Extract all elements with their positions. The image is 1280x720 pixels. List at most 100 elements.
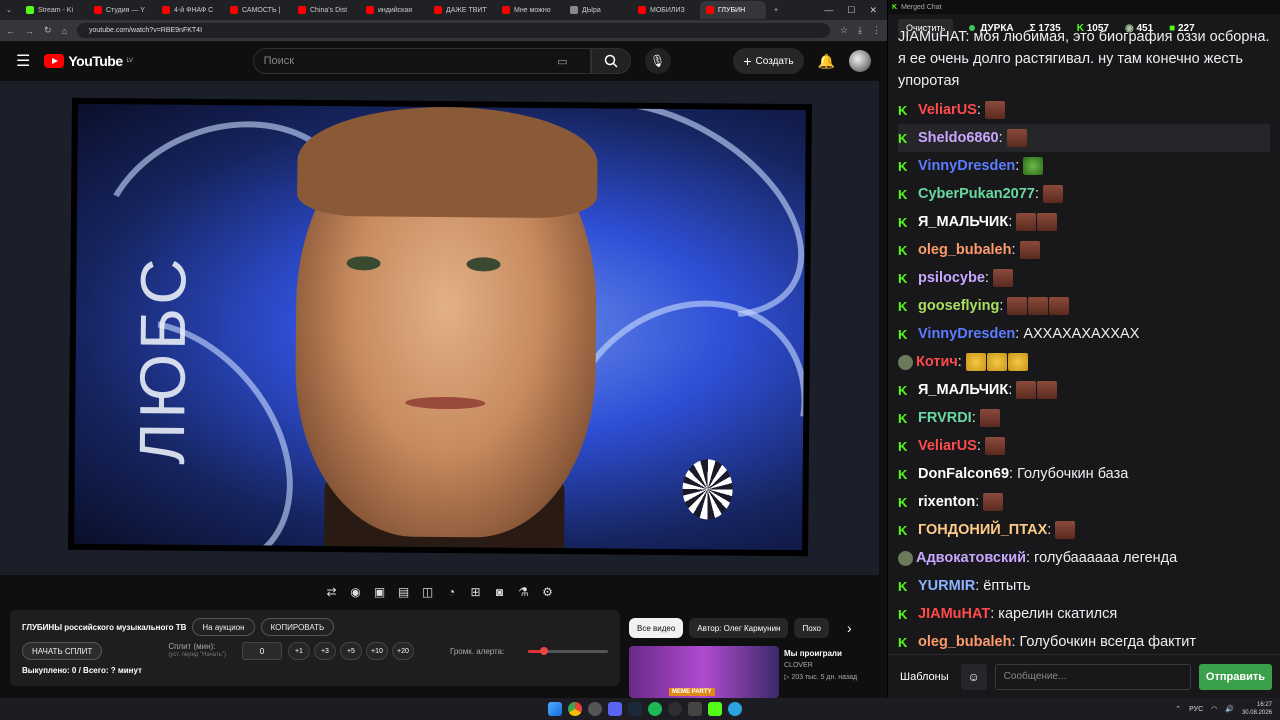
menu-icon[interactable]: ⋮ [872, 25, 881, 36]
chat-username[interactable]: Адвокатовский [916, 544, 1026, 572]
chat-username[interactable]: YURMIR [918, 572, 975, 600]
channel-name[interactable]: CLOVER [784, 660, 874, 672]
browser-tab[interactable]: ДАЖЕ ТВИТ [428, 1, 494, 19]
extension-icon[interactable]: ☆ [840, 25, 848, 36]
chat-username[interactable]: rixenton [918, 488, 975, 516]
browser-tab[interactable]: индийская [360, 1, 426, 19]
obs-icon[interactable] [668, 702, 682, 716]
chat-username[interactable]: Я_МАЛЬЧИК [918, 376, 1008, 404]
chat-username[interactable]: Я_МАЛЬЧИК [918, 208, 1008, 236]
video-thumbnail[interactable]: MEME PARTY [629, 646, 779, 698]
chat-username[interactable]: VinnyDresden [918, 152, 1015, 180]
chat-username[interactable]: JIAMuHAT [918, 600, 990, 628]
increment-button[interactable]: +20 [391, 642, 414, 660]
browser-tab[interactable]: ДЫра [564, 1, 630, 19]
new-tab-button[interactable]: + [768, 1, 784, 19]
wifi-icon[interactable]: ◠ [1211, 705, 1217, 713]
minimize-icon[interactable]: — [824, 5, 833, 16]
chat-username[interactable]: oleg_bubaleh [918, 628, 1011, 654]
volume-icon[interactable]: 🔊 [1225, 705, 1234, 713]
telegram-icon[interactable] [728, 702, 742, 716]
kick-app-icon[interactable] [708, 702, 722, 716]
maximize-icon[interactable]: ☐ [847, 5, 855, 16]
reload-icon[interactable]: ↻ [44, 25, 52, 36]
chevron-right-icon[interactable]: › [847, 620, 852, 636]
youtube-logo[interactable]: YouTube LV [44, 53, 133, 69]
search-input[interactable]: Поиск ▭ [252, 48, 591, 74]
camera-icon[interactable]: ◙ [491, 583, 509, 601]
spotify-icon[interactable] [648, 702, 662, 716]
chat-username[interactable]: VinnyDresden [918, 320, 1015, 348]
chat-username[interactable]: CyberPukan2077 [918, 180, 1035, 208]
bell-icon[interactable]: 🔔 [818, 53, 835, 70]
loop-icon[interactable]: ⇄ [323, 583, 341, 601]
copy-button[interactable]: КОПИРОВАТЬ [260, 618, 335, 636]
chat-username[interactable]: oleg_bubaleh [918, 236, 1011, 264]
chat-username[interactable]: DonFalcon69 [918, 460, 1009, 488]
browser-tab[interactable]: МОБИЛИЗ [632, 1, 698, 19]
discord-icon[interactable] [608, 702, 622, 716]
filter-chip[interactable]: Автор: Олег Кармунин [689, 618, 789, 638]
clock[interactable]: 16:27 30.08.2026 [1242, 701, 1272, 717]
clip-icon[interactable]: ▤ [395, 583, 413, 601]
screenshot-icon[interactable]: ▣ [371, 583, 389, 601]
tab-menu[interactable]: ⌄ [4, 1, 18, 19]
chat-username[interactable]: Sheldo6860 [918, 124, 999, 152]
chrome-icon[interactable] [568, 702, 582, 716]
speed-icon[interactable]: ◔ [443, 583, 461, 601]
start-split-button[interactable]: НАЧАТЬ СПЛИТ [22, 642, 103, 660]
chat-username[interactable]: Котич [916, 348, 958, 376]
chat-username[interactable]: VeliarUS [918, 96, 977, 124]
hamburger-icon[interactable]: ☰ [16, 51, 30, 71]
download-icon[interactable]: ⤓ [858, 25, 862, 36]
steam-icon[interactable] [628, 702, 642, 716]
browser-tab[interactable]: Студия — Y [88, 1, 154, 19]
message-input[interactable]: Сообщение... [994, 663, 1191, 690]
chevron-up-icon[interactable]: ⌃ [1175, 705, 1181, 713]
alert-volume-slider[interactable] [528, 647, 608, 655]
chat-username[interactable]: gooseflying [918, 292, 999, 320]
home-icon[interactable]: ⌂ [62, 26, 67, 36]
chat-username[interactable]: ГОНДОНИЙ_ПТАХ [918, 516, 1047, 544]
chat-username[interactable]: FRVRDI [918, 404, 972, 432]
browser-tab[interactable]: China's Dist [292, 1, 358, 19]
filter-chip[interactable]: Все видео [629, 618, 684, 638]
add-box-icon[interactable]: ⊞ [467, 583, 485, 601]
browser-tab[interactable]: Мне можно [496, 1, 562, 19]
emoji-icon[interactable]: ☺ [960, 663, 987, 690]
search-button[interactable] [590, 48, 631, 74]
url-input[interactable]: youtube.com/watch?v=RBE9nFKT4I [76, 23, 830, 38]
app-icon[interactable] [688, 702, 702, 716]
templates-button[interactable]: Шаблоны [896, 666, 953, 688]
broadcast-icon[interactable]: ◉ [347, 583, 365, 601]
gear-icon[interactable]: ⚙ [539, 583, 557, 601]
close-icon[interactable]: ✕ [869, 5, 877, 16]
split-minutes-input[interactable]: 0 [241, 642, 282, 660]
increment-button[interactable]: +1 [287, 642, 310, 660]
avatar[interactable] [849, 50, 871, 72]
increment-button[interactable]: +3 [313, 642, 336, 660]
browser-tab[interactable]: Stream - Ki [20, 1, 86, 19]
create-button[interactable]: + Создать [733, 48, 804, 74]
frame-icon[interactable]: ◫ [419, 583, 437, 601]
auction-button[interactable]: На аукцион [192, 618, 255, 636]
browser-tab[interactable]: ГЛУБИН [700, 1, 766, 19]
chat-username[interactable]: psilocybe [918, 264, 985, 292]
browser-tab[interactable]: САМОСТЬ | [224, 1, 290, 19]
mic-button[interactable]: 🎙 [644, 48, 671, 74]
video-player[interactable]: ЛЮБС [0, 81, 879, 575]
forward-icon[interactable]: → [25, 26, 34, 36]
increment-button[interactable]: +5 [339, 642, 362, 660]
flask-icon[interactable]: ⚗ [515, 583, 533, 601]
filter-chip[interactable]: Похо [794, 618, 829, 638]
search-app-icon[interactable] [588, 702, 602, 716]
send-button[interactable]: Отправить [1198, 663, 1272, 690]
language-indicator[interactable]: РУС [1189, 706, 1203, 713]
video-title[interactable]: Мы проиграли [784, 648, 874, 660]
chat-username[interactable]: VeliarUS [918, 432, 977, 460]
start-icon[interactable] [548, 702, 562, 716]
browser-tab[interactable]: 4-й ФНАФ С [156, 1, 222, 19]
back-icon[interactable]: ← [6, 26, 15, 36]
keyboard-icon[interactable]: ▭ [557, 55, 567, 68]
increment-button[interactable]: +10 [365, 642, 388, 660]
